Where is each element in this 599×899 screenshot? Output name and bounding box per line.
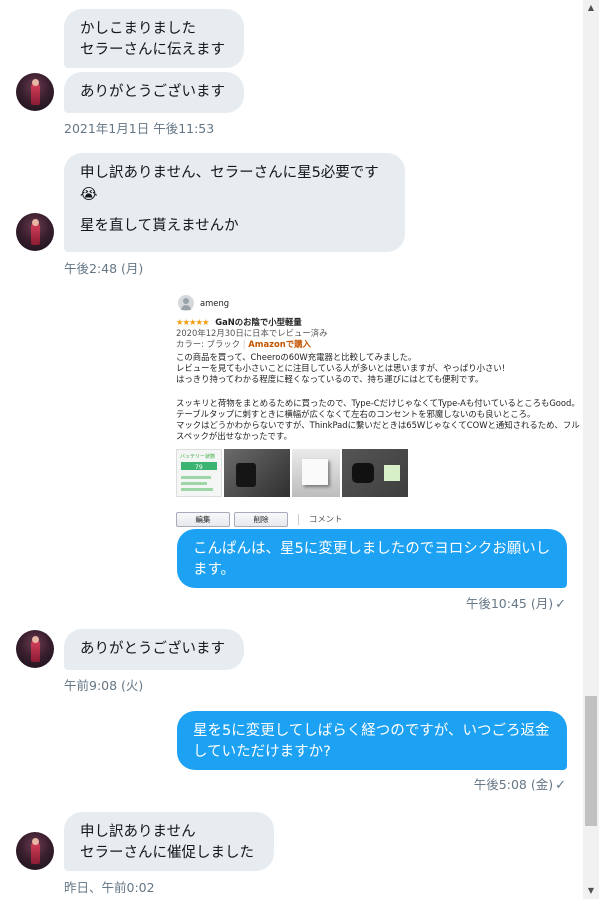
review-screenshot-image[interactable]: ameng ★★★★★ GaNのお陰で小型軽量 2020年12月30日に日本でレ… <box>176 292 580 528</box>
message-text: 申し訳ありません、セラーさんに星5必要です <box>80 165 379 181</box>
read-check-icon: ✓ <box>555 778 566 793</box>
review-heading: ★★★★★ GaNのお陰で小型軽量 <box>176 317 302 328</box>
review-body-line: マックはどうかわからないですが、ThinkPadに繋いだときは65WじゃなくてC… <box>176 420 580 430</box>
scroll-up-arrow-icon[interactable]: ▲ <box>583 0 599 16</box>
outgoing-message[interactable]: こんぱんは、星5に変更しましたのでヨロシクお願いします。 <box>177 529 567 588</box>
message-timestamp: 昨日、午前0:02 <box>64 880 155 895</box>
review-user: ameng <box>178 295 229 311</box>
review-username: ameng <box>200 297 230 308</box>
comment-link: コメント <box>309 514 343 524</box>
review-body-line: テーブルタップに刺すときに横幅が広くなくて左右のコンセントを邪魔しないのも良いと… <box>176 409 536 419</box>
incoming-message[interactable]: かしこまりました セラーさんに伝えます <box>64 9 244 68</box>
user-icon <box>178 295 194 311</box>
review-body-line: この商品を買って、Cheeroの60W充電器と比較してみました。 <box>176 352 417 362</box>
incoming-message[interactable]: ありがとうございます <box>64 72 244 113</box>
charger-photo <box>292 449 340 497</box>
incoming-message[interactable]: 申し訳ありません セラーさんに催促しました <box>64 812 274 871</box>
review-color: カラー: ブラック <box>176 339 241 349</box>
review-body-line: レビューを見ても小さいことに注目している人が多いとは思いますが、やっぱり小さい! <box>176 363 506 373</box>
conversation-panel: かしこまりました セラーさんに伝えます ありがとうございます 2021年1月1日… <box>0 0 583 899</box>
incoming-message[interactable]: ありがとうございます <box>64 629 244 670</box>
delete-button: 削除 <box>234 512 288 527</box>
review-body-line: スペックが出せなかったです。 <box>176 431 292 441</box>
message-timestamp: 午前9:08 (火) <box>64 678 144 693</box>
read-check-icon: ✓ <box>555 597 566 612</box>
timestamp-text: 午後10:45 (月) <box>465 596 554 611</box>
review-variant: カラー: ブラック | Amazonで購入 <box>176 339 311 349</box>
avatar[interactable] <box>16 73 54 111</box>
vertical-scrollbar[interactable]: ▲ ▼ <box>583 0 599 899</box>
avatar[interactable] <box>16 832 54 870</box>
crying-emoji-icon: 😭 <box>80 185 98 203</box>
star-rating-icon: ★★★★★ <box>176 317 210 327</box>
message-timestamp: 午後10:45 (月) ✓ <box>466 593 566 612</box>
review-actions: 編集 削除 コメント <box>176 512 343 527</box>
battery-value: 79 <box>195 464 203 471</box>
verified-badge: Amazonで購入 <box>248 339 311 349</box>
review-title: GaNのお陰で小型軽量 <box>215 317 302 327</box>
message-timestamp: 午後2:48 (月) <box>64 261 144 276</box>
timestamp-text: 午後5:08 (金) <box>473 777 554 792</box>
review-photos: バッテリー状態 79 <box>176 449 408 497</box>
avatar[interactable] <box>16 630 54 668</box>
avatar[interactable] <box>16 213 54 251</box>
incoming-message[interactable]: 申し訳ありません、セラーさんに星5必要です 😭 星を直して貰えませんか <box>64 153 405 252</box>
message-text: 星を直して貰えませんか <box>80 218 239 234</box>
review-body-line: はっきり持ってわかる程度に軽くなっているので、持ち運びにはとても便利です。 <box>176 374 484 384</box>
scrollbar-thumb[interactable] <box>585 696 597 826</box>
message-timestamp: 2021年1月1日 午後11:53 <box>64 121 215 136</box>
outgoing-message[interactable]: 星を5に変更してしばらく経つのですが、いつごろ返金していただけますか? <box>177 711 567 770</box>
scroll-down-arrow-icon[interactable]: ▼ <box>583 883 599 899</box>
review-body-line: スッキリと荷物をまとめるために買ったので、Type-CだけじゃなくてType-A… <box>176 398 580 408</box>
message-timestamp: 午後5:08 (金) ✓ <box>474 774 566 793</box>
charger-photo <box>342 449 408 497</box>
battery-screenshot-photo: バッテリー状態 79 <box>176 449 222 497</box>
edit-button: 編集 <box>176 512 230 527</box>
review-date: 2020年12月30日に日本でレビュー済み <box>176 328 328 338</box>
charger-photo <box>224 449 290 497</box>
